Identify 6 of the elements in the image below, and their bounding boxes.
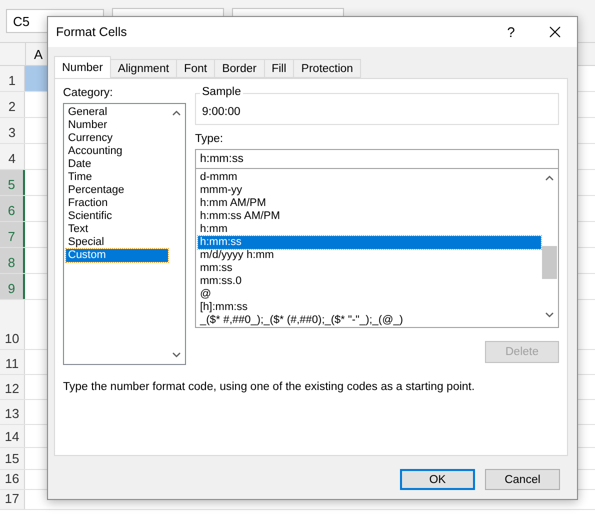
type-label: Type: <box>195 133 224 147</box>
sample-value: 9:00:00 <box>202 106 240 118</box>
sample-label: Sample <box>200 86 243 98</box>
category-label: Category: <box>63 87 114 101</box>
window-title: Format Cells <box>56 25 128 39</box>
description-text: Type the number format code, using one of the existing codes as a starting point. <box>63 381 476 393</box>
